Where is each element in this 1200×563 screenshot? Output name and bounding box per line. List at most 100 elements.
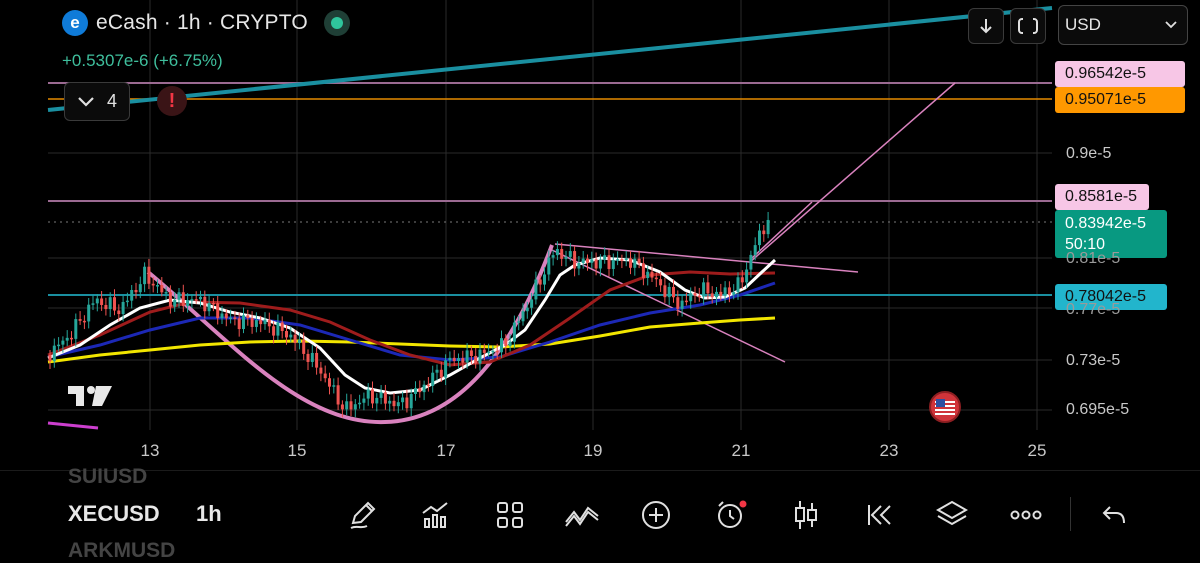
candle-body: [160, 285, 164, 293]
currency-select[interactable]: USD: [1058, 5, 1188, 45]
candle-body: [383, 392, 387, 404]
candle-body: [57, 344, 61, 347]
candle-body: [641, 263, 645, 278]
indicators-toggle-button[interactable]: 4: [64, 82, 130, 121]
candle-body: [758, 230, 761, 246]
market-status-icon[interactable]: [323, 10, 350, 36]
candle-body: [663, 285, 667, 298]
price-label-orange[interactable]: 0.95071e-5: [1055, 87, 1185, 113]
candle-body: [693, 293, 697, 296]
candle-body: [611, 260, 615, 269]
candle-body: [168, 292, 172, 307]
candle-body: [564, 256, 568, 259]
drawing-tools-button[interactable]: [343, 495, 383, 535]
candle-body: [478, 349, 482, 364]
candle-body: [461, 358, 465, 363]
cup-pattern-arc: [146, 244, 554, 425]
candle-body: [650, 271, 654, 278]
price-label-pink-mid[interactable]: 0.8581e-5: [1055, 184, 1149, 210]
add-button[interactable]: [636, 495, 676, 535]
candle-body: [310, 352, 314, 362]
candle-body: [706, 282, 710, 294]
candle-body: [95, 298, 99, 304]
candle-body: [659, 279, 663, 286]
scroll-to-latest-button[interactable]: [968, 8, 1004, 44]
candle-body: [121, 301, 125, 315]
more-button[interactable]: [1006, 495, 1046, 535]
candle-body: [697, 295, 701, 298]
candle-body: [702, 282, 706, 297]
symbol-name[interactable]: XECUSD: [68, 501, 160, 527]
candle-body: [379, 392, 383, 398]
candle-body: [723, 287, 727, 296]
candle-body: [684, 300, 688, 303]
candle-body: [229, 317, 233, 319]
compare-button[interactable]: [562, 495, 602, 535]
candle-body: [186, 300, 190, 307]
candle-body: [543, 274, 546, 285]
symbol-title[interactable]: eCash · 1h · CRYPTO: [96, 11, 308, 35]
candle-body: [345, 401, 349, 410]
candle-body: [727, 287, 731, 295]
us-flag-icon: [935, 399, 955, 415]
candle-body: [263, 319, 267, 325]
candle-body: [555, 249, 559, 256]
projection-line-long: [749, 82, 956, 263]
candle-body: [676, 297, 680, 309]
chart-area[interactable]: e eCash · 1h · CRYPTO +0.5307e-6 (+6.75%…: [0, 0, 1200, 470]
candle-body: [414, 388, 417, 394]
prev-symbol[interactable]: SUIUSD: [68, 465, 147, 489]
candle-body: [491, 350, 495, 353]
candle-body: [396, 402, 400, 407]
alerts-button[interactable]: [711, 495, 751, 535]
chart-type-button[interactable]: [786, 495, 826, 535]
candle-body: [745, 269, 749, 283]
next-symbol[interactable]: ARKMUSD: [68, 539, 175, 563]
candle-body: [194, 299, 198, 301]
candle-body: [620, 259, 624, 261]
candle-body: [409, 393, 413, 409]
candle-body: [246, 315, 250, 319]
price-change: +0.5307e-6 (+6.75%): [62, 51, 223, 70]
fullscreen-button[interactable]: [1010, 8, 1046, 44]
object-tree-button[interactable]: [932, 495, 972, 535]
candle-body: [465, 350, 469, 363]
time-tick: 13: [140, 441, 160, 460]
price-label-pink-top[interactable]: 0.96542e-5: [1055, 61, 1185, 87]
trend-icon: [565, 506, 599, 527]
projection-line-short: [751, 201, 813, 259]
undo-button[interactable]: [1094, 495, 1134, 535]
candle-body: [388, 400, 392, 404]
price-tick: 0.81e-5: [1066, 250, 1121, 267]
candle-body: [435, 369, 439, 373]
candle-body: [474, 355, 478, 364]
indicators-button[interactable]: [415, 495, 455, 535]
ecash-logo-icon: e: [62, 10, 88, 36]
timeframe[interactable]: 1h: [196, 501, 222, 527]
candle-body: [607, 255, 611, 269]
candle-body: [594, 259, 598, 269]
candle-body: [517, 321, 521, 323]
price-tick: 0.77e-5: [1066, 301, 1121, 318]
candle-body: [254, 320, 258, 327]
candle-body: [100, 298, 104, 305]
alert-warning-icon[interactable]: !: [157, 86, 187, 116]
candle-body: [598, 259, 602, 269]
candle-body: [306, 353, 310, 362]
candle-body: [151, 283, 155, 286]
candle-body: [457, 358, 460, 362]
more-icon: [1010, 510, 1042, 520]
layout-grid-button[interactable]: [490, 495, 530, 535]
symbol-header[interactable]: e eCash · 1h · CRYPTO: [62, 10, 350, 36]
us-economic-event-icon[interactable]: [929, 391, 961, 423]
replay-button[interactable]: [858, 495, 898, 535]
price-label-text: 0.95071e-5: [1065, 91, 1146, 108]
candle-body: [405, 397, 409, 409]
candle-body: [487, 351, 491, 354]
candle-body: [762, 230, 766, 235]
candle-body: [392, 400, 396, 407]
candle-body: [568, 251, 572, 257]
candles-icon: [795, 501, 817, 529]
candle-body: [736, 277, 740, 293]
candle-body: [637, 258, 641, 264]
